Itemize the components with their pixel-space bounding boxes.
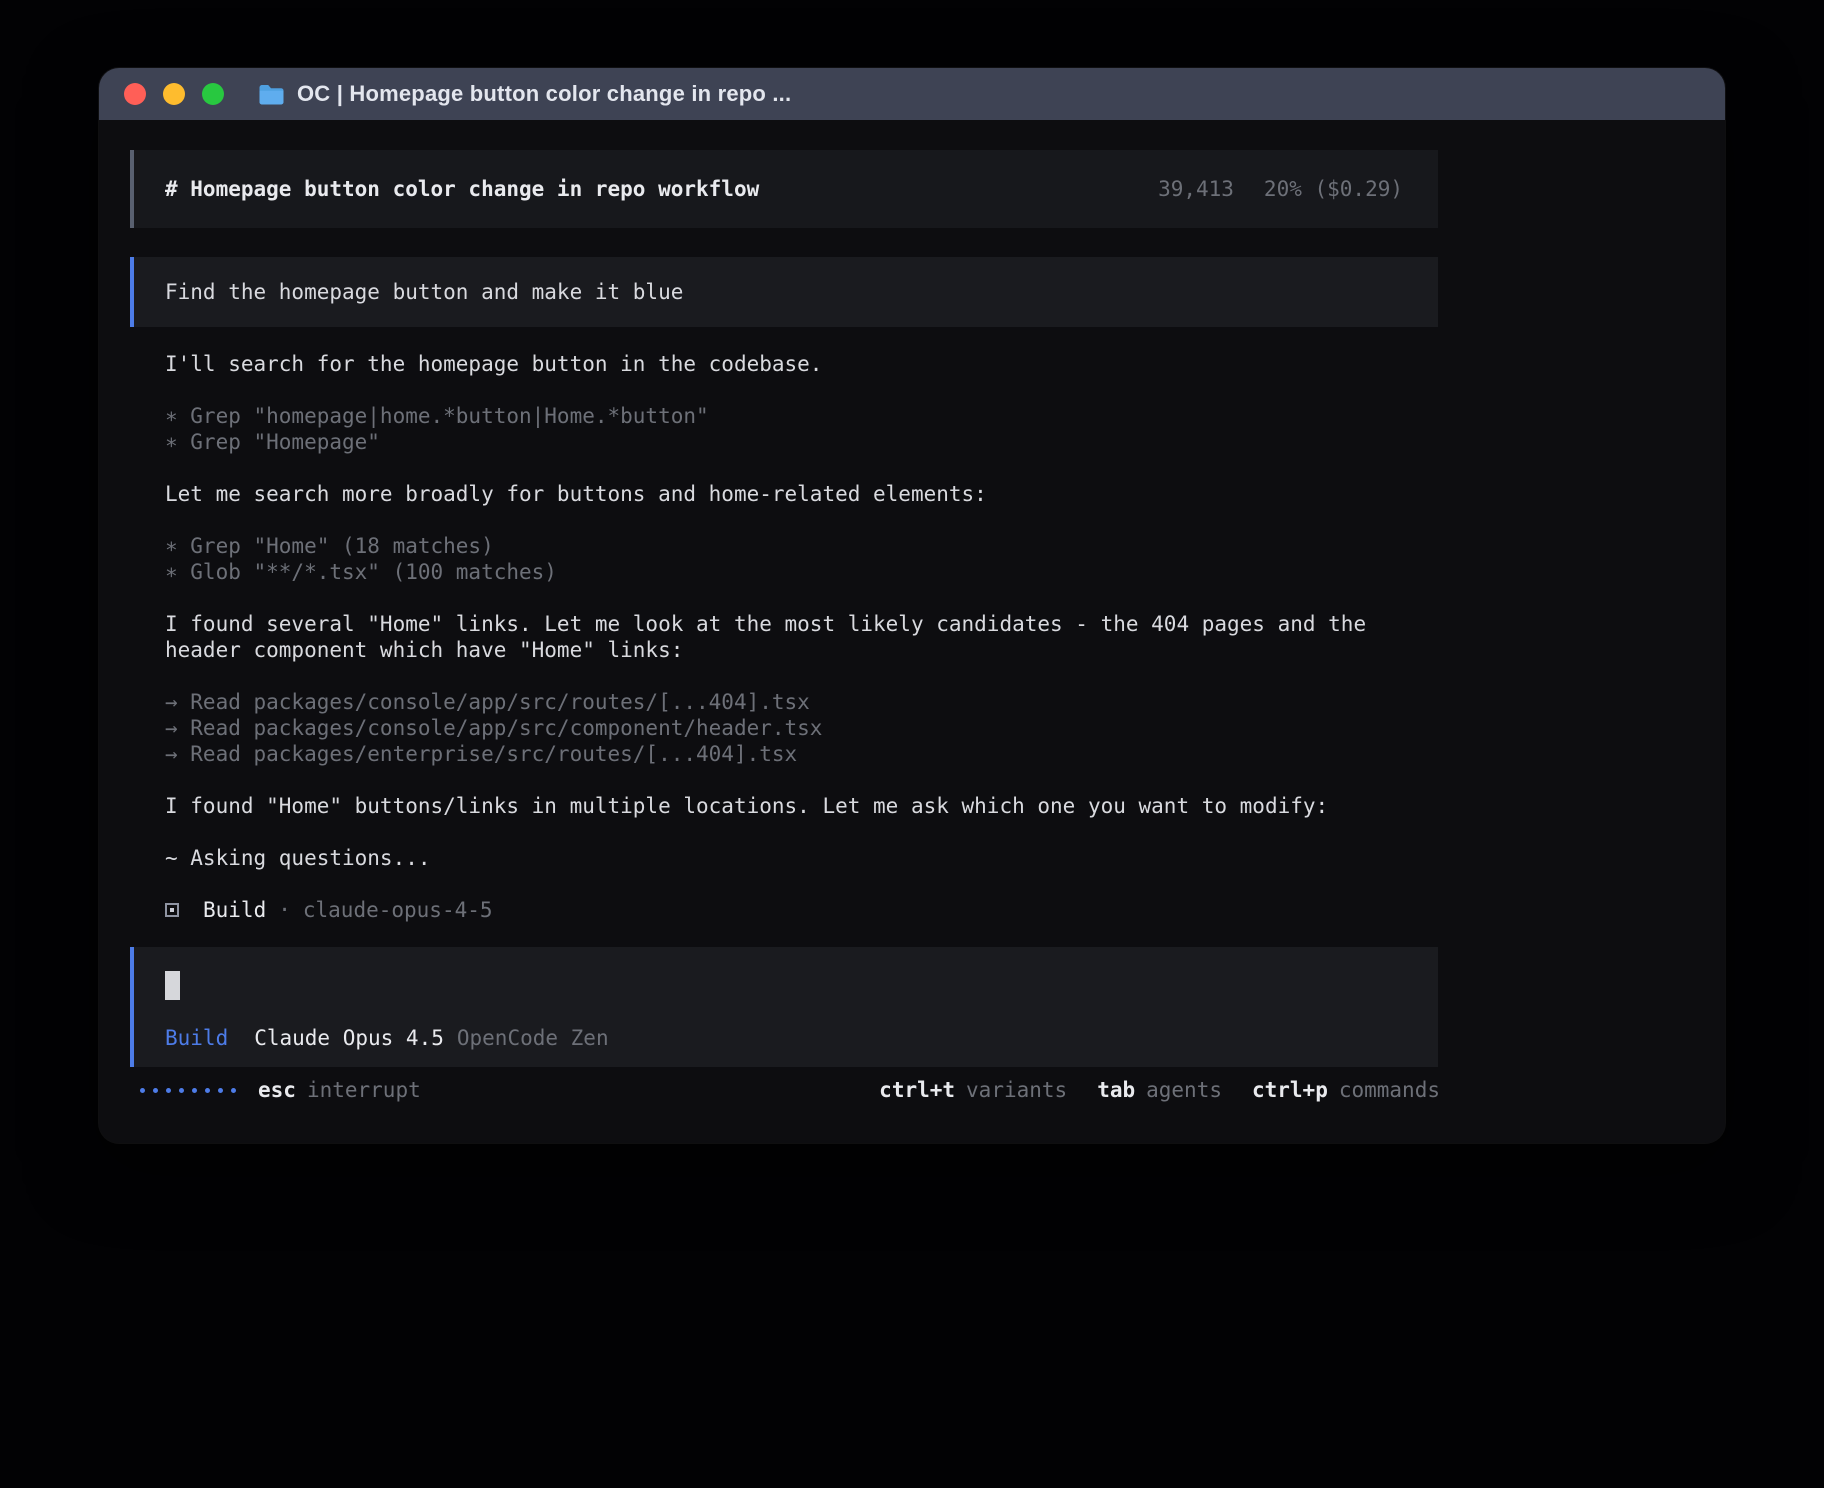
spinner-dot bbox=[153, 1088, 158, 1093]
user-message-text: Find the homepage button and make it blu… bbox=[165, 280, 683, 304]
tool-call-glob[interactable]: ∗ Glob "**/*.tsx" (100 matches) bbox=[165, 559, 1438, 585]
tab-key[interactable]: tab bbox=[1097, 1078, 1135, 1102]
tool-call-grep[interactable]: ∗ Grep "Homepage" bbox=[165, 429, 1438, 455]
ctrl-p-key[interactable]: ctrl+p bbox=[1252, 1078, 1328, 1102]
terminal-window: OC | Homepage button color change in rep… bbox=[99, 68, 1725, 1143]
model-name[interactable]: Claude Opus 4.5 bbox=[254, 1026, 444, 1050]
user-message: Find the homepage button and make it blu… bbox=[130, 257, 1438, 327]
agent-icon bbox=[165, 903, 179, 917]
zoom-button[interactable] bbox=[202, 83, 224, 105]
spinner-dot bbox=[205, 1088, 210, 1093]
esc-label: interrupt bbox=[307, 1078, 421, 1102]
tool-call-read[interactable]: → Read packages/enterprise/src/routes/[.… bbox=[165, 741, 1438, 767]
tool-call-read[interactable]: → Read packages/console/app/src/componen… bbox=[165, 715, 1438, 741]
session-stats: 39,413 20% ($0.29) bbox=[1158, 177, 1403, 201]
tool-call-group: ∗ Grep "homepage|home.*button|Home.*butt… bbox=[165, 403, 1438, 455]
commands-label: commands bbox=[1339, 1078, 1440, 1102]
hint-agents[interactable]: tab agents bbox=[1097, 1078, 1222, 1102]
spinner-dots bbox=[140, 1088, 236, 1093]
assistant-text: I'll search for the homepage button in t… bbox=[165, 351, 1438, 377]
agent-model: claude-opus-4-5 bbox=[303, 897, 493, 923]
minimize-button[interactable] bbox=[163, 83, 185, 105]
hint-variants[interactable]: ctrl+t variants bbox=[879, 1078, 1067, 1102]
hint-interrupt[interactable]: esc interrupt bbox=[258, 1078, 421, 1102]
tool-call-group: ∗ Grep "Home" (18 matches) ∗ Glob "**/*.… bbox=[165, 533, 1438, 585]
conversation: I'll search for the homepage button in t… bbox=[165, 351, 1438, 923]
agent-separator: · bbox=[278, 897, 291, 923]
traffic-lights bbox=[124, 83, 224, 105]
esc-key[interactable]: esc bbox=[258, 1078, 296, 1102]
input-meta: Build Claude Opus 4.5 OpenCode Zen bbox=[165, 1026, 1407, 1050]
close-button[interactable] bbox=[124, 83, 146, 105]
context-usage: 20% ($0.29) bbox=[1264, 177, 1403, 201]
spinner-dot bbox=[231, 1088, 236, 1093]
ctrl-t-key[interactable]: ctrl+t bbox=[879, 1078, 955, 1102]
session-header: # Homepage button color change in repo w… bbox=[130, 150, 1438, 228]
agent-line: Build · claude-opus-4-5 bbox=[165, 897, 1438, 923]
token-count: 39,413 bbox=[1158, 177, 1234, 201]
hint-commands[interactable]: ctrl+p commands bbox=[1252, 1078, 1440, 1102]
variants-label: variants bbox=[966, 1078, 1067, 1102]
agent-name: Build bbox=[203, 897, 266, 923]
mode-badge[interactable]: Build bbox=[165, 1026, 228, 1050]
spinner-dot bbox=[179, 1088, 184, 1093]
spinner-dot bbox=[166, 1088, 171, 1093]
tool-call-group: → Read packages/console/app/src/routes/[… bbox=[165, 689, 1438, 767]
text-cursor bbox=[165, 971, 180, 1000]
spinner-dot bbox=[192, 1088, 197, 1093]
tool-call-grep[interactable]: ∗ Grep "homepage|home.*button|Home.*butt… bbox=[165, 403, 1438, 429]
spinner-dot bbox=[218, 1088, 223, 1093]
prompt-input[interactable]: Build Claude Opus 4.5 OpenCode Zen bbox=[130, 947, 1438, 1067]
status-bar: esc interrupt ctrl+t variants tab agents… bbox=[130, 1078, 1440, 1102]
tool-call-grep[interactable]: ∗ Grep "Home" (18 matches) bbox=[165, 533, 1438, 559]
spinner-dot bbox=[140, 1088, 145, 1093]
assistant-text: I found "Home" buttons/links in multiple… bbox=[165, 793, 1438, 819]
terminal-content: # Homepage button color change in repo w… bbox=[99, 120, 1725, 1102]
folder-icon bbox=[258, 83, 285, 105]
assistant-text: Let me search more broadly for buttons a… bbox=[165, 481, 1438, 507]
session-title: # Homepage button color change in repo w… bbox=[165, 177, 1158, 201]
provider-name: OpenCode Zen bbox=[457, 1026, 609, 1050]
titlebar[interactable]: OC | Homepage button color change in rep… bbox=[99, 68, 1725, 120]
window-title: OC | Homepage button color change in rep… bbox=[297, 81, 791, 107]
agents-label: agents bbox=[1146, 1078, 1222, 1102]
tool-call-read[interactable]: → Read packages/console/app/src/routes/[… bbox=[165, 689, 1438, 715]
working-status: ~ Asking questions... bbox=[165, 845, 1438, 871]
assistant-text: I found several "Home" links. Let me loo… bbox=[165, 611, 1438, 663]
